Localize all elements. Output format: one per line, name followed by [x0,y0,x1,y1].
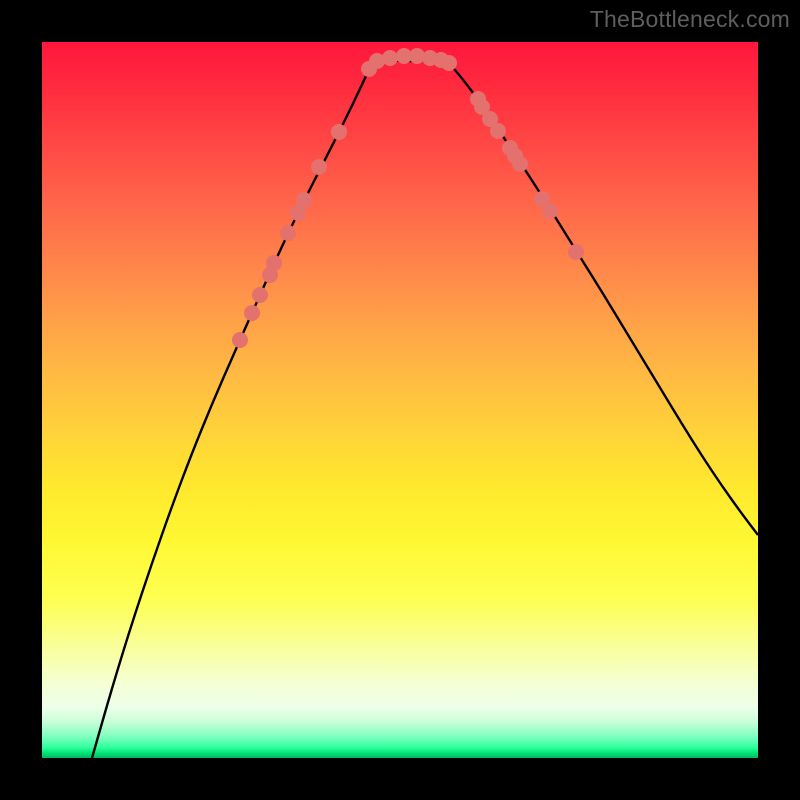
data-marker [490,123,506,139]
data-marker [311,159,327,175]
data-marker [441,55,457,71]
data-marker [512,156,528,172]
chart-frame: TheBottleneck.com [0,0,800,800]
plot-area [42,42,758,758]
data-marker [382,50,398,66]
chart-svg [42,42,758,758]
curve-group [92,58,758,758]
data-marker [331,124,347,140]
data-marker [232,332,248,348]
data-marker [296,192,312,208]
watermark-text: TheBottleneck.com [590,6,790,33]
data-marker [280,225,296,241]
data-marker [542,203,558,219]
data-marker [252,287,268,303]
data-marker [266,255,282,271]
left-curve [92,63,372,758]
data-marker [568,244,584,260]
data-markers [232,48,584,348]
data-marker [244,305,260,321]
